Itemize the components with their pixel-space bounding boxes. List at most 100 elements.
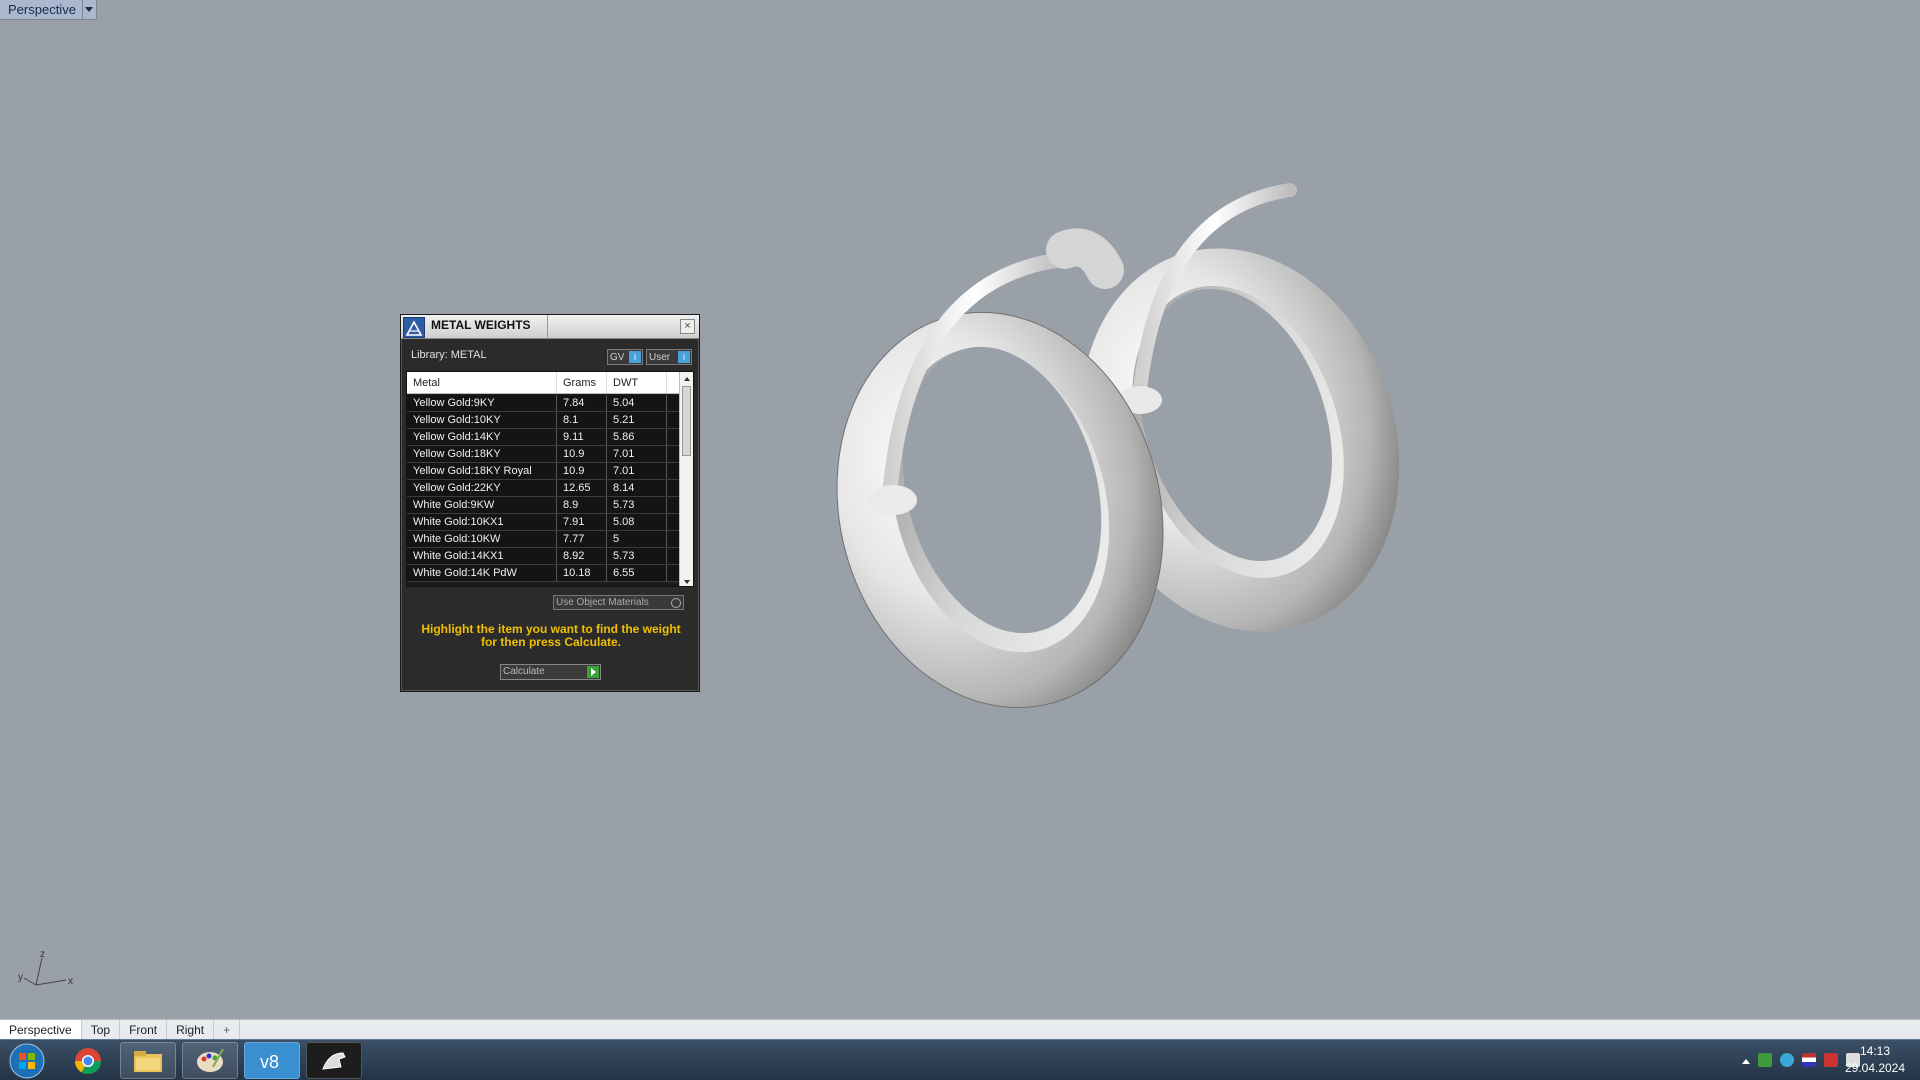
cell-dwt: 5 <box>607 531 667 547</box>
instruction-text: Highlight the item you want to find the … <box>421 622 681 649</box>
table-row[interactable]: White Gold:9KW 8.9 5.73 <box>407 497 680 514</box>
table-row[interactable]: Yellow Gold:10KY 8.1 5.21 <box>407 412 680 429</box>
taskbar-clock[interactable]: 14:13 29.04.2024 <box>1840 1043 1910 1077</box>
column-header-dwt[interactable]: DWT <box>607 372 667 393</box>
viewport-title-menu[interactable]: Perspective <box>0 0 97 20</box>
tray-expand-icon[interactable] <box>1742 1056 1750 1064</box>
radio-icon[interactable] <box>671 598 681 608</box>
close-icon[interactable]: × <box>680 319 695 334</box>
table-row[interactable]: White Gold:10KW 7.77 5 <box>407 531 680 548</box>
file-explorer-icon[interactable] <box>120 1042 176 1079</box>
cell-metal: White Gold:14K PdW <box>407 565 557 581</box>
cell-dwt: 5.73 <box>607 548 667 564</box>
cell-dwt: 5.08 <box>607 514 667 530</box>
viewport-title-label: Perspective <box>8 2 76 17</box>
cell-grams: 7.77 <box>557 531 607 547</box>
gv-toggle-indicator: i <box>629 351 641 363</box>
cell-metal: Yellow Gold:22KY <box>407 480 557 496</box>
library-label: Library: METAL <box>411 349 487 361</box>
gv-toggle-label: GV <box>610 351 625 363</box>
use-object-materials-option[interactable]: Use Object Materials <box>553 595 684 610</box>
cell-grams: 12.65 <box>557 480 607 496</box>
metal-table[interactable]: Metal Grams DWT Yellow Gold:9KY 7.84 5.04 … <box>406 371 694 587</box>
scroll-thumb[interactable] <box>682 386 691 456</box>
earring-model[interactable] <box>760 170 1400 790</box>
column-header-metal[interactable]: Metal <box>407 372 557 393</box>
add-viewport-icon[interactable]: + <box>214 1019 241 1040</box>
tab-top[interactable]: Top <box>82 1019 121 1040</box>
calculate-button[interactable]: Calculate <box>500 664 601 680</box>
cell-grams: 10.18 <box>557 565 607 581</box>
cell-dwt: 7.01 <box>607 446 667 462</box>
axis-gizmo: x z y <box>18 950 73 987</box>
cell-metal: Yellow Gold:14KY <box>407 429 557 445</box>
cell-dwt: 5.04 <box>607 395 667 411</box>
network-globe-icon[interactable] <box>1780 1053 1794 1067</box>
cell-dwt: 7.01 <box>607 463 667 479</box>
security-icon[interactable] <box>1758 1053 1772 1067</box>
clock-time: 14:13 <box>1859 1044 1891 1058</box>
metal-weights-dialog: METAL WEIGHTS × Library: METAL GV i User… <box>400 314 700 692</box>
user-toggle-indicator: i <box>678 351 690 363</box>
user-toggle-label: User <box>649 351 671 363</box>
scroll-down-icon[interactable] <box>680 575 693 586</box>
clock-date: 29.04.2024 <box>1844 1061 1906 1075</box>
cell-dwt: 5.86 <box>607 429 667 445</box>
play-icon[interactable] <box>587 666 599 678</box>
gv-toggle[interactable]: GV i <box>607 349 643 365</box>
taskbar-preview-placeholder <box>362 1043 582 1077</box>
cell-grams: 9.11 <box>557 429 607 445</box>
table-row[interactable]: White Gold:10KX1 7.91 5.08 <box>407 514 680 531</box>
table-row[interactable]: Yellow Gold:18KY 10.9 7.01 <box>407 446 680 463</box>
calculate-label: Calculate <box>503 666 545 677</box>
cell-metal: Yellow Gold:18KY <box>407 446 557 462</box>
table-row[interactable]: Yellow Gold:9KY 7.84 5.04 <box>407 395 680 412</box>
rhino-app-icon[interactable] <box>306 1042 362 1079</box>
cell-metal: White Gold:14KX1 <box>407 548 557 564</box>
axis-y-label: y <box>18 972 23 983</box>
v8-app-icon[interactable]: v8 <box>244 1042 300 1079</box>
chrome-icon[interactable] <box>60 1042 116 1079</box>
cell-grams: 8.92 <box>557 548 607 564</box>
table-scrollbar[interactable] <box>679 372 693 586</box>
tab-front[interactable]: Front <box>120 1019 168 1040</box>
paint-icon[interactable] <box>182 1042 238 1079</box>
app-logo-icon <box>403 317 425 338</box>
table-row[interactable]: Yellow Gold:18KY Royal 10.9 7.01 <box>407 463 680 480</box>
table-row[interactable]: White Gold:14KX1 8.92 5.73 <box>407 548 680 565</box>
battery-icon[interactable] <box>1824 1053 1838 1067</box>
cell-grams: 10.9 <box>557 446 607 462</box>
cell-metal: White Gold:10KW <box>407 531 557 547</box>
cell-grams: 10.9 <box>557 463 607 479</box>
scroll-up-icon[interactable] <box>680 372 693 385</box>
svg-text:v8: v8 <box>260 1052 279 1072</box>
taskbar: v8 14:13 29.04.2024 <box>0 1039 1920 1080</box>
cell-dwt: 8.14 <box>607 480 667 496</box>
tab-right[interactable]: Right <box>167 1019 215 1040</box>
table-body: Yellow Gold:9KY 7.84 5.04 Yellow Gold:10KY… <box>407 395 680 582</box>
language-flag-icon[interactable] <box>1802 1053 1816 1067</box>
perspective-viewport[interactable]: Perspective x z y <box>0 0 1920 1019</box>
table-row[interactable]: Yellow Gold:14KY 9.11 5.86 <box>407 429 680 446</box>
cell-metal: Yellow Gold:9KY <box>407 395 557 411</box>
table-header: Metal Grams DWT <box>407 372 680 394</box>
cell-metal: White Gold:10KX1 <box>407 514 557 530</box>
cell-dwt: 5.21 <box>607 412 667 428</box>
dialog-titlebar[interactable]: METAL WEIGHTS × <box>401 315 699 339</box>
user-toggle[interactable]: User i <box>646 349 692 365</box>
start-button[interactable] <box>6 1042 48 1080</box>
axis-z-label: z <box>40 950 45 960</box>
table-row[interactable]: Yellow Gold:22KY 12.65 8.14 <box>407 480 680 497</box>
cell-grams: 7.84 <box>557 395 607 411</box>
column-header-grams[interactable]: Grams <box>557 372 607 393</box>
cell-grams: 7.91 <box>557 514 607 530</box>
tab-perspective[interactable]: Perspective <box>0 1019 82 1040</box>
chevron-down-icon[interactable] <box>81 0 96 20</box>
cell-metal: Yellow Gold:18KY Royal <box>407 463 557 479</box>
cell-grams: 8.9 <box>557 497 607 513</box>
cell-grams: 8.1 <box>557 412 607 428</box>
cell-dwt: 6.55 <box>607 565 667 581</box>
table-row[interactable]: White Gold:14K PdW 10.18 6.55 <box>407 565 680 582</box>
cell-metal: White Gold:9KW <box>407 497 557 513</box>
axis-x-label: x <box>68 976 73 987</box>
